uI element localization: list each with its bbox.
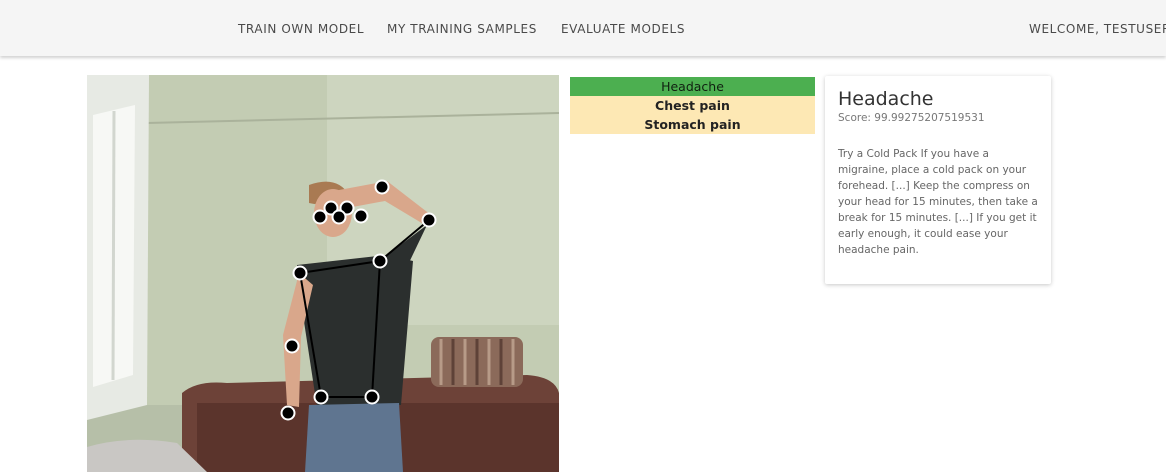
keypoint-left-shoulder [292, 265, 308, 281]
result-advice: Try a Cold Pack If you have a migraine, … [838, 148, 1038, 256]
welcome-user[interactable]: WELCOME, TESTUSER [1029, 22, 1166, 36]
keypoint-left-wrist [280, 405, 296, 421]
keypoint-right-hip [364, 389, 380, 405]
nav-train-own-model[interactable]: TRAIN OWN MODEL [238, 22, 364, 36]
keypoint-wrist [374, 179, 390, 195]
result-title: Headache [838, 88, 934, 110]
window-frame [111, 110, 116, 381]
top-navbar: TRAIN OWN MODEL MY TRAINING SAMPLES EVAL… [0, 0, 1166, 56]
jeans [305, 403, 403, 472]
prediction-item-stomach-pain: Stomach pain [570, 115, 815, 134]
keypoint-elbow [421, 212, 437, 228]
webcam-feed [87, 75, 559, 472]
prediction-list: Headache Chest pain Stomach pain [570, 77, 815, 134]
prediction-item-chest-pain: Chest pain [570, 96, 815, 115]
keypoint-left-hip [313, 389, 329, 405]
nav-evaluate-models[interactable]: EVALUATE MODELS [561, 22, 685, 36]
nav-my-training-samples[interactable]: MY TRAINING SAMPLES [387, 22, 537, 36]
prediction-item-headache: Headache [570, 77, 815, 96]
webcam-pose-view [87, 75, 559, 472]
shirt [297, 255, 413, 407]
result-score: Score: 99.99275207519531 [838, 112, 985, 124]
result-card: Headache Score: 99.99275207519531 Try a … [825, 76, 1051, 284]
keypoint-right-shoulder [372, 253, 388, 269]
keypoint-left-elbow [284, 338, 300, 354]
keypoint-right-ear [353, 208, 369, 224]
keypoint-left-ear [312, 209, 328, 225]
keypoint-nose [331, 209, 347, 225]
